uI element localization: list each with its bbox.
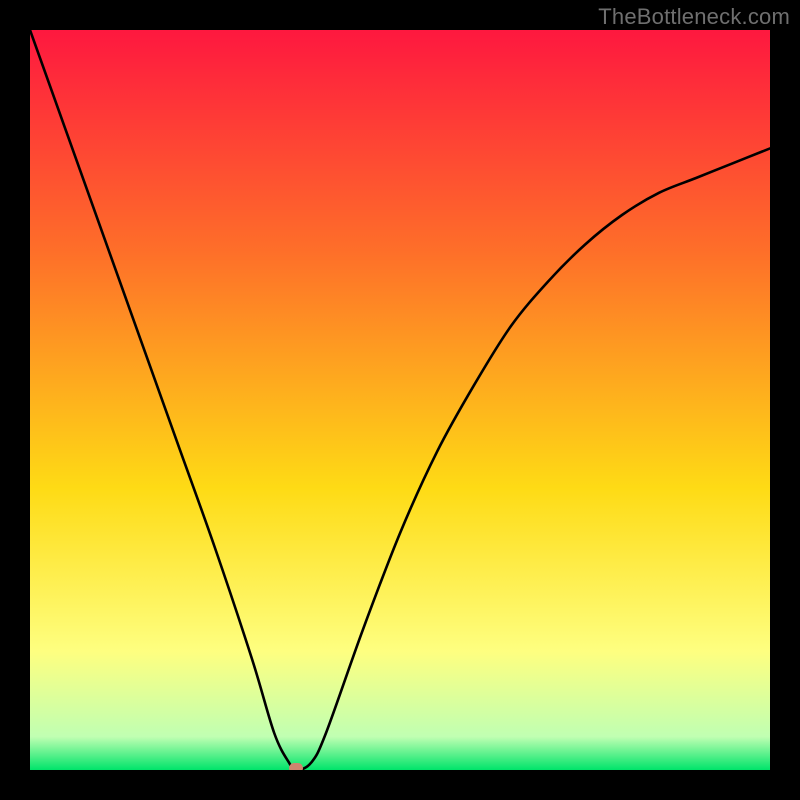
chart-frame: TheBottleneck.com bbox=[0, 0, 800, 800]
plot-area bbox=[30, 30, 770, 770]
watermark-text: TheBottleneck.com bbox=[598, 4, 790, 30]
optimal-point-marker bbox=[289, 763, 303, 770]
bottleneck-curve bbox=[30, 30, 770, 770]
